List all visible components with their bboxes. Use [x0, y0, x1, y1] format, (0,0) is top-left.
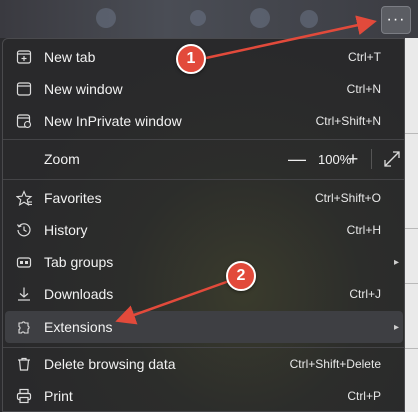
tab-groups-icon [15, 253, 33, 271]
zoom-label: Zoom [44, 151, 80, 167]
tab-favicon [300, 10, 318, 28]
settings-and-more-button[interactable]: ··· [381, 6, 411, 34]
menu-item-print[interactable]: Print Ctrl+P [5, 380, 403, 412]
step-1-badge: 1 [176, 44, 206, 74]
history-label: History [44, 222, 88, 238]
page-content-background [405, 38, 418, 412]
zoom-out-button[interactable]: — [286, 149, 308, 170]
downloads-label: Downloads [44, 286, 114, 302]
chevron-right-icon: ▸ [393, 321, 399, 333]
menu-item-new-window[interactable]: New window Ctrl+N [5, 73, 403, 105]
favorites-shortcut: Ctrl+Shift+O [314, 191, 381, 205]
tab-groups-label: Tab groups [44, 254, 114, 270]
delete-browsing-shortcut: Ctrl+Shift+Delete [289, 357, 381, 371]
chevron-right-icon: ▸ [393, 256, 399, 268]
download-icon [15, 285, 33, 303]
history-shortcut: Ctrl+H [346, 223, 381, 237]
print-shortcut: Ctrl+P [347, 389, 381, 403]
printer-icon [15, 387, 33, 405]
new-window-shortcut: Ctrl+N [346, 82, 381, 96]
zoom-divider [371, 149, 372, 169]
new-window-label: New window [44, 81, 123, 97]
delete-browsing-label: Delete browsing data [44, 356, 176, 372]
menu-item-extensions[interactable]: Extensions ▸ [5, 311, 403, 343]
step-2-number: 2 [236, 267, 246, 284]
menu-item-zoom: Zoom — 100% + [5, 143, 403, 175]
tab-favicon [190, 10, 206, 26]
extensions-label: Extensions [44, 319, 113, 335]
menu-separator [3, 179, 404, 180]
settings-menu: New tab Ctrl+T New window Ctrl+N New InP… [2, 38, 405, 412]
favorites-star-icon [15, 189, 33, 207]
menu-item-history[interactable]: History Ctrl+H [5, 214, 403, 246]
downloads-shortcut: Ctrl+J [349, 287, 381, 301]
tab-favicon [250, 8, 270, 28]
trash-icon [15, 355, 33, 373]
more-label: ··· [386, 11, 406, 28]
tab-favicon [96, 8, 116, 28]
menu-item-tab-groups[interactable]: Tab groups ▸ [5, 246, 403, 278]
favorites-label: Favorites [44, 190, 102, 206]
browser-toolbar-background [0, 0, 418, 38]
new-tab-icon [15, 48, 33, 66]
new-tab-shortcut: Ctrl+T [348, 50, 381, 64]
menu-item-new-inprivate-window[interactable]: New InPrivate window Ctrl+Shift+N [5, 105, 403, 137]
menu-separator [3, 139, 404, 140]
new-tab-label: New tab [44, 49, 96, 65]
menu-item-delete-browsing-data[interactable]: Delete browsing data Ctrl+Shift+Delete [5, 348, 403, 380]
new-inprivate-label: New InPrivate window [44, 113, 182, 129]
zoom-in-button[interactable]: + [342, 149, 364, 170]
menu-item-downloads[interactable]: Downloads Ctrl+J [5, 278, 403, 310]
history-clock-icon [15, 221, 33, 239]
new-inprivate-shortcut: Ctrl+Shift+N [315, 114, 381, 128]
inprivate-window-icon [15, 112, 33, 130]
extensions-puzzle-icon [15, 318, 33, 336]
new-window-icon [15, 80, 33, 98]
menu-item-favorites[interactable]: Favorites Ctrl+Shift+O [5, 182, 403, 214]
step-1-number: 1 [186, 50, 196, 67]
print-label: Print [44, 388, 73, 404]
step-2-badge: 2 [226, 261, 256, 291]
fullscreen-icon[interactable] [383, 150, 401, 168]
